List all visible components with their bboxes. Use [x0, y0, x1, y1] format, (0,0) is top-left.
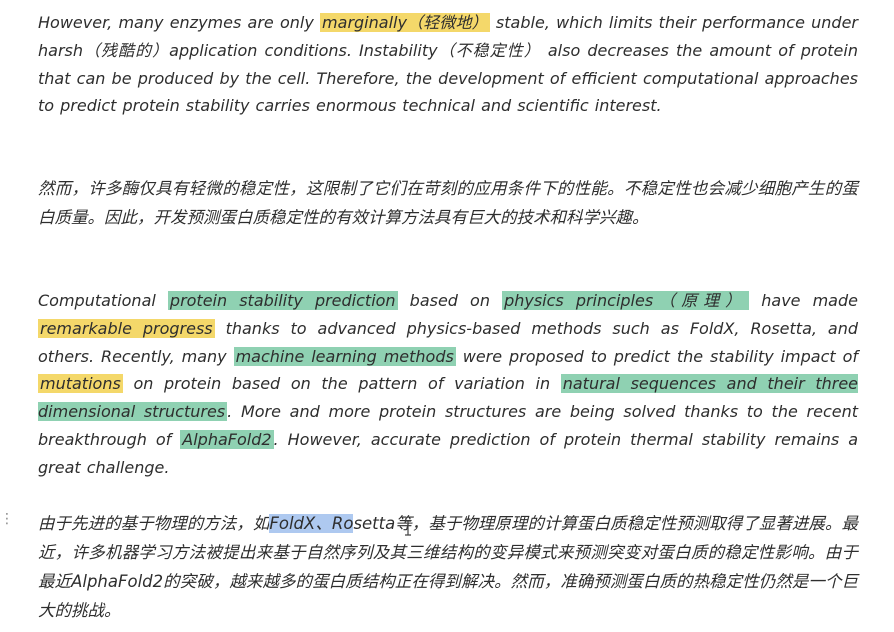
paragraph-chinese-1: 然而，许多酶仅具有轻微的稳定性，这限制了它们在苛刻的应用条件下的性能。不稳定性也…	[38, 179, 858, 227]
paragraph-english-1: However, many enzymes are only marginall…	[38, 9, 858, 120]
highlight-physics-principles[interactable]: physics principles（原理）	[502, 291, 750, 310]
document-page: However, many enzymes are only marginall…	[0, 0, 894, 632]
text-run: were proposed to predict the stability i…	[455, 346, 858, 366]
drag-handle-icon[interactable]: ⋮	[0, 512, 14, 526]
text-run: 由于先进的基于物理的方法，如	[38, 514, 270, 533]
text-cursor-icon	[405, 520, 411, 536]
highlight-marginally[interactable]: marginally（轻微地）	[320, 13, 490, 32]
highlight-mutations[interactable]: mutations	[38, 374, 123, 394]
text-run: on protein based on the pattern of varia…	[122, 374, 561, 394]
highlight-machine-learning-methods[interactable]: machine learning methods	[233, 346, 456, 366]
text-run: However, many enzymes are only	[38, 13, 321, 32]
highlight-protein-stability-prediction[interactable]: protein stability prediction	[167, 291, 398, 310]
paragraph-english-2: Computational protein stability predicti…	[38, 287, 859, 482]
paragraph-chinese-2: 由于先进的基于物理的方法，如FoldX、Rosetta等，基于物理原理的计算蛋白…	[38, 509, 858, 625]
highlight-remarkable-progress[interactable]: remarkable progress	[38, 318, 215, 338]
text-run: Computational	[38, 291, 168, 310]
text-selection[interactable]: FoldX、Ro	[269, 514, 354, 533]
text-run: have made	[749, 291, 858, 310]
text-run: based on	[397, 291, 503, 310]
highlight-alphafold2[interactable]: AlphaFold2	[180, 429, 274, 449]
